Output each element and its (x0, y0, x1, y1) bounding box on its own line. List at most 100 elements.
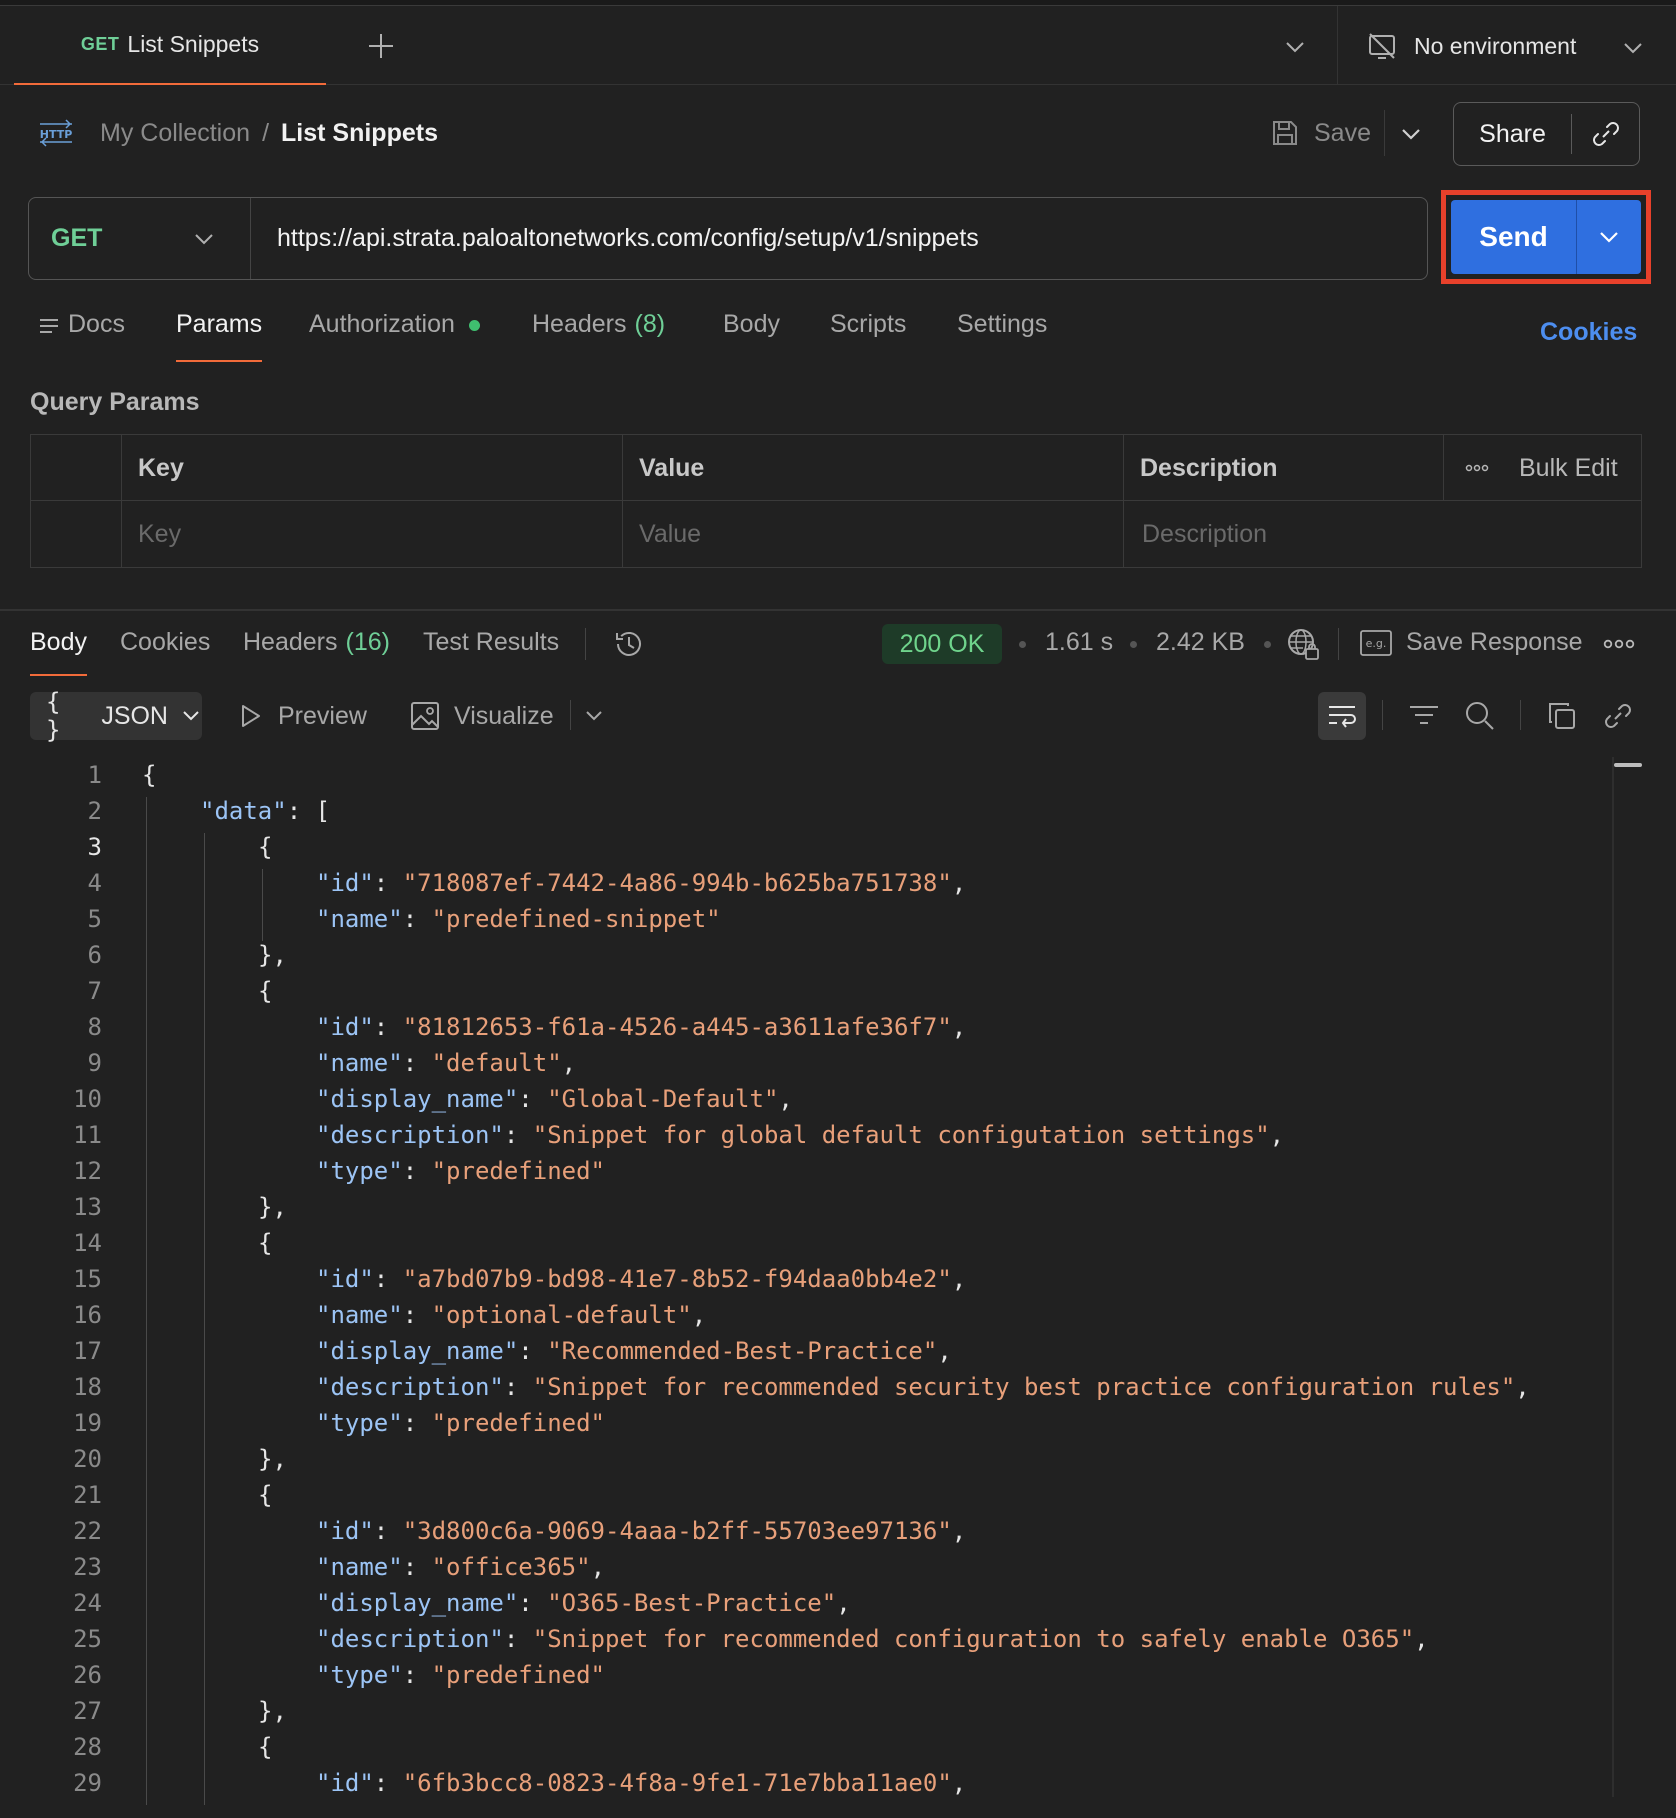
bulk-edit-button[interactable]: Bulk Edit (1519, 454, 1618, 483)
code-line-text: "display_name": "O365-Best-Practice", (316, 1585, 851, 1621)
code-scrollbar-track[interactable] (1612, 757, 1614, 1797)
copy-icon[interactable] (1542, 696, 1582, 736)
method-select[interactable]: GET (29, 198, 251, 279)
json-string: "Global-Default" (547, 1085, 779, 1113)
copy-link-icon[interactable] (1572, 118, 1639, 150)
line-number: 24 (73, 1589, 102, 1617)
line-number: 21 (73, 1481, 102, 1509)
format-select[interactable]: { } JSON (30, 688, 202, 744)
json-braces-icon: { } (46, 688, 61, 744)
tab-scripts[interactable]: Scripts (830, 310, 906, 362)
json-key: "id" (316, 869, 374, 897)
status-badge[interactable]: 200 OK (882, 624, 1002, 664)
environment-divider (1337, 6, 1338, 85)
params-key-cell (122, 501, 623, 567)
params-more-options-icon[interactable] (1465, 463, 1489, 473)
json-punctuation: { (142, 761, 157, 789)
meta-dot-separator (1264, 641, 1271, 648)
response-tab-body[interactable]: Body (30, 628, 87, 676)
code-line-text: }, (258, 1693, 287, 1729)
visualize-label: Visualize (454, 701, 554, 730)
tab-params-label: Params (176, 310, 263, 338)
tab-body[interactable]: Body (723, 310, 780, 362)
share-button[interactable]: Share (1453, 102, 1640, 166)
tab-scripts-label: Scripts (830, 310, 907, 338)
tab-headers-label: Headers (532, 310, 627, 338)
save-button[interactable]: Save (1270, 113, 1371, 153)
code-line: 26 "type": "predefined" (0, 1657, 1610, 1693)
param-description-input[interactable] (1142, 519, 1641, 549)
search-icon[interactable] (1460, 696, 1500, 736)
code-line: 29 "id": "6fb3bcc8-0823-4f8a-9fe1-71e7bba… (0, 1765, 1610, 1801)
filter-icon[interactable] (1404, 696, 1444, 736)
tabs-dropdown-chevron-icon[interactable] (1282, 34, 1308, 60)
tab-authorization[interactable]: Authorization (309, 310, 480, 362)
code-line-text: "id": "a7bd07b9-bd98-41e7-8b52-f94daa0bb… (316, 1261, 966, 1297)
param-key-input[interactable] (138, 519, 622, 549)
json-punctuation: : (373, 1265, 403, 1293)
new-tab-plus-icon[interactable] (366, 31, 396, 61)
environment-chevron-down-icon[interactable] (1620, 36, 1646, 60)
code-line: 24 "display_name": "O365-Best-Practice", (0, 1585, 1610, 1621)
tab-headers[interactable]: Headers (8) (532, 310, 665, 362)
json-key: "id" (316, 1517, 374, 1545)
response-tab-test-results[interactable]: Test Results (423, 628, 559, 676)
json-punctuation: : (518, 1589, 548, 1617)
json-string: "81812653-f61a-4526-a445-a3611afe36f7" (402, 1013, 952, 1041)
save-options-chevron-icon[interactable] (1398, 122, 1424, 146)
json-key: "type" (316, 1661, 403, 1689)
share-label: Share (1479, 119, 1546, 148)
response-headers-count: (16) (345, 628, 390, 656)
code-line: 20}, (0, 1441, 1610, 1477)
send-options-chevron-icon[interactable] (1577, 225, 1641, 249)
breadcrumb-request-name[interactable]: List Snippets (281, 119, 438, 148)
cookies-link[interactable]: Cookies (1540, 318, 1637, 347)
tab-docs[interactable]: Docs (38, 310, 125, 362)
visualize-button[interactable]: Visualize (410, 698, 554, 734)
save-response-button[interactable]: e.g. Save Response (1360, 628, 1583, 657)
tab-params[interactable]: Params (176, 310, 263, 362)
line-number: 18 (73, 1373, 102, 1401)
svg-text:e.g.: e.g. (1366, 637, 1387, 650)
response-pane-divider[interactable] (0, 609, 1676, 611)
json-string: "Snippet for recommended security best p… (532, 1373, 1516, 1401)
preview-button[interactable]: Preview (238, 698, 367, 734)
tab-title: List Snippets (127, 31, 260, 57)
environment-label: No environment (1414, 32, 1577, 59)
response-size[interactable]: 2.42 KB (1156, 628, 1245, 657)
send-button[interactable]: Send (1451, 221, 1576, 253)
code-line: 1{ (0, 757, 1610, 793)
json-key: "description" (316, 1121, 504, 1149)
code-line: 15 "id": "a7bd07b9-bd98-41e7-8b52-f94daa0… (0, 1261, 1610, 1297)
code-line-text: { (258, 829, 272, 865)
url-input[interactable] (251, 198, 1427, 279)
response-tab-cookies[interactable]: Cookies (120, 628, 210, 676)
code-scrollbar-thumb[interactable] (1614, 763, 1642, 767)
wrap-lines-icon[interactable] (1318, 692, 1366, 740)
code-line-text: { (258, 1225, 272, 1261)
response-tab-headers[interactable]: Headers (16) (243, 628, 390, 676)
network-globe-lock-icon[interactable] (1286, 627, 1320, 661)
image-icon (410, 701, 440, 731)
code-line: 12 "type": "predefined" (0, 1153, 1610, 1189)
request-tab[interactable]: GET List Snippets (14, 6, 326, 85)
response-time[interactable]: 1.61 s (1045, 628, 1113, 657)
json-punctuation: , (561, 1049, 577, 1077)
line-number: 5 (87, 905, 102, 933)
json-key: "id" (316, 1013, 374, 1041)
param-value-input[interactable] (639, 519, 1123, 549)
breadcrumb-collection[interactable]: My Collection (100, 119, 250, 148)
line-number: 14 (73, 1229, 102, 1257)
code-line-text: "name": "predefined-snippet" (316, 901, 721, 937)
json-punctuation: : (402, 1301, 432, 1329)
environment-selector[interactable]: No environment (1366, 26, 1576, 66)
response-body-code-view[interactable]: 1{2 "data": [3{4 "id": "718087ef-7442-4a86… (0, 757, 1610, 1807)
json-punctuation: : (373, 869, 403, 897)
response-more-options-icon[interactable] (1603, 636, 1635, 652)
history-icon[interactable] (612, 627, 646, 661)
tab-settings[interactable]: Settings (957, 310, 1047, 362)
params-checkbox-header (31, 435, 122, 501)
response-link-icon[interactable] (1598, 696, 1638, 736)
code-line: 4 "id": "718087ef-7442-4a86-994b-b625ba75… (0, 865, 1610, 901)
visualize-chevron-down-icon[interactable] (574, 696, 614, 736)
